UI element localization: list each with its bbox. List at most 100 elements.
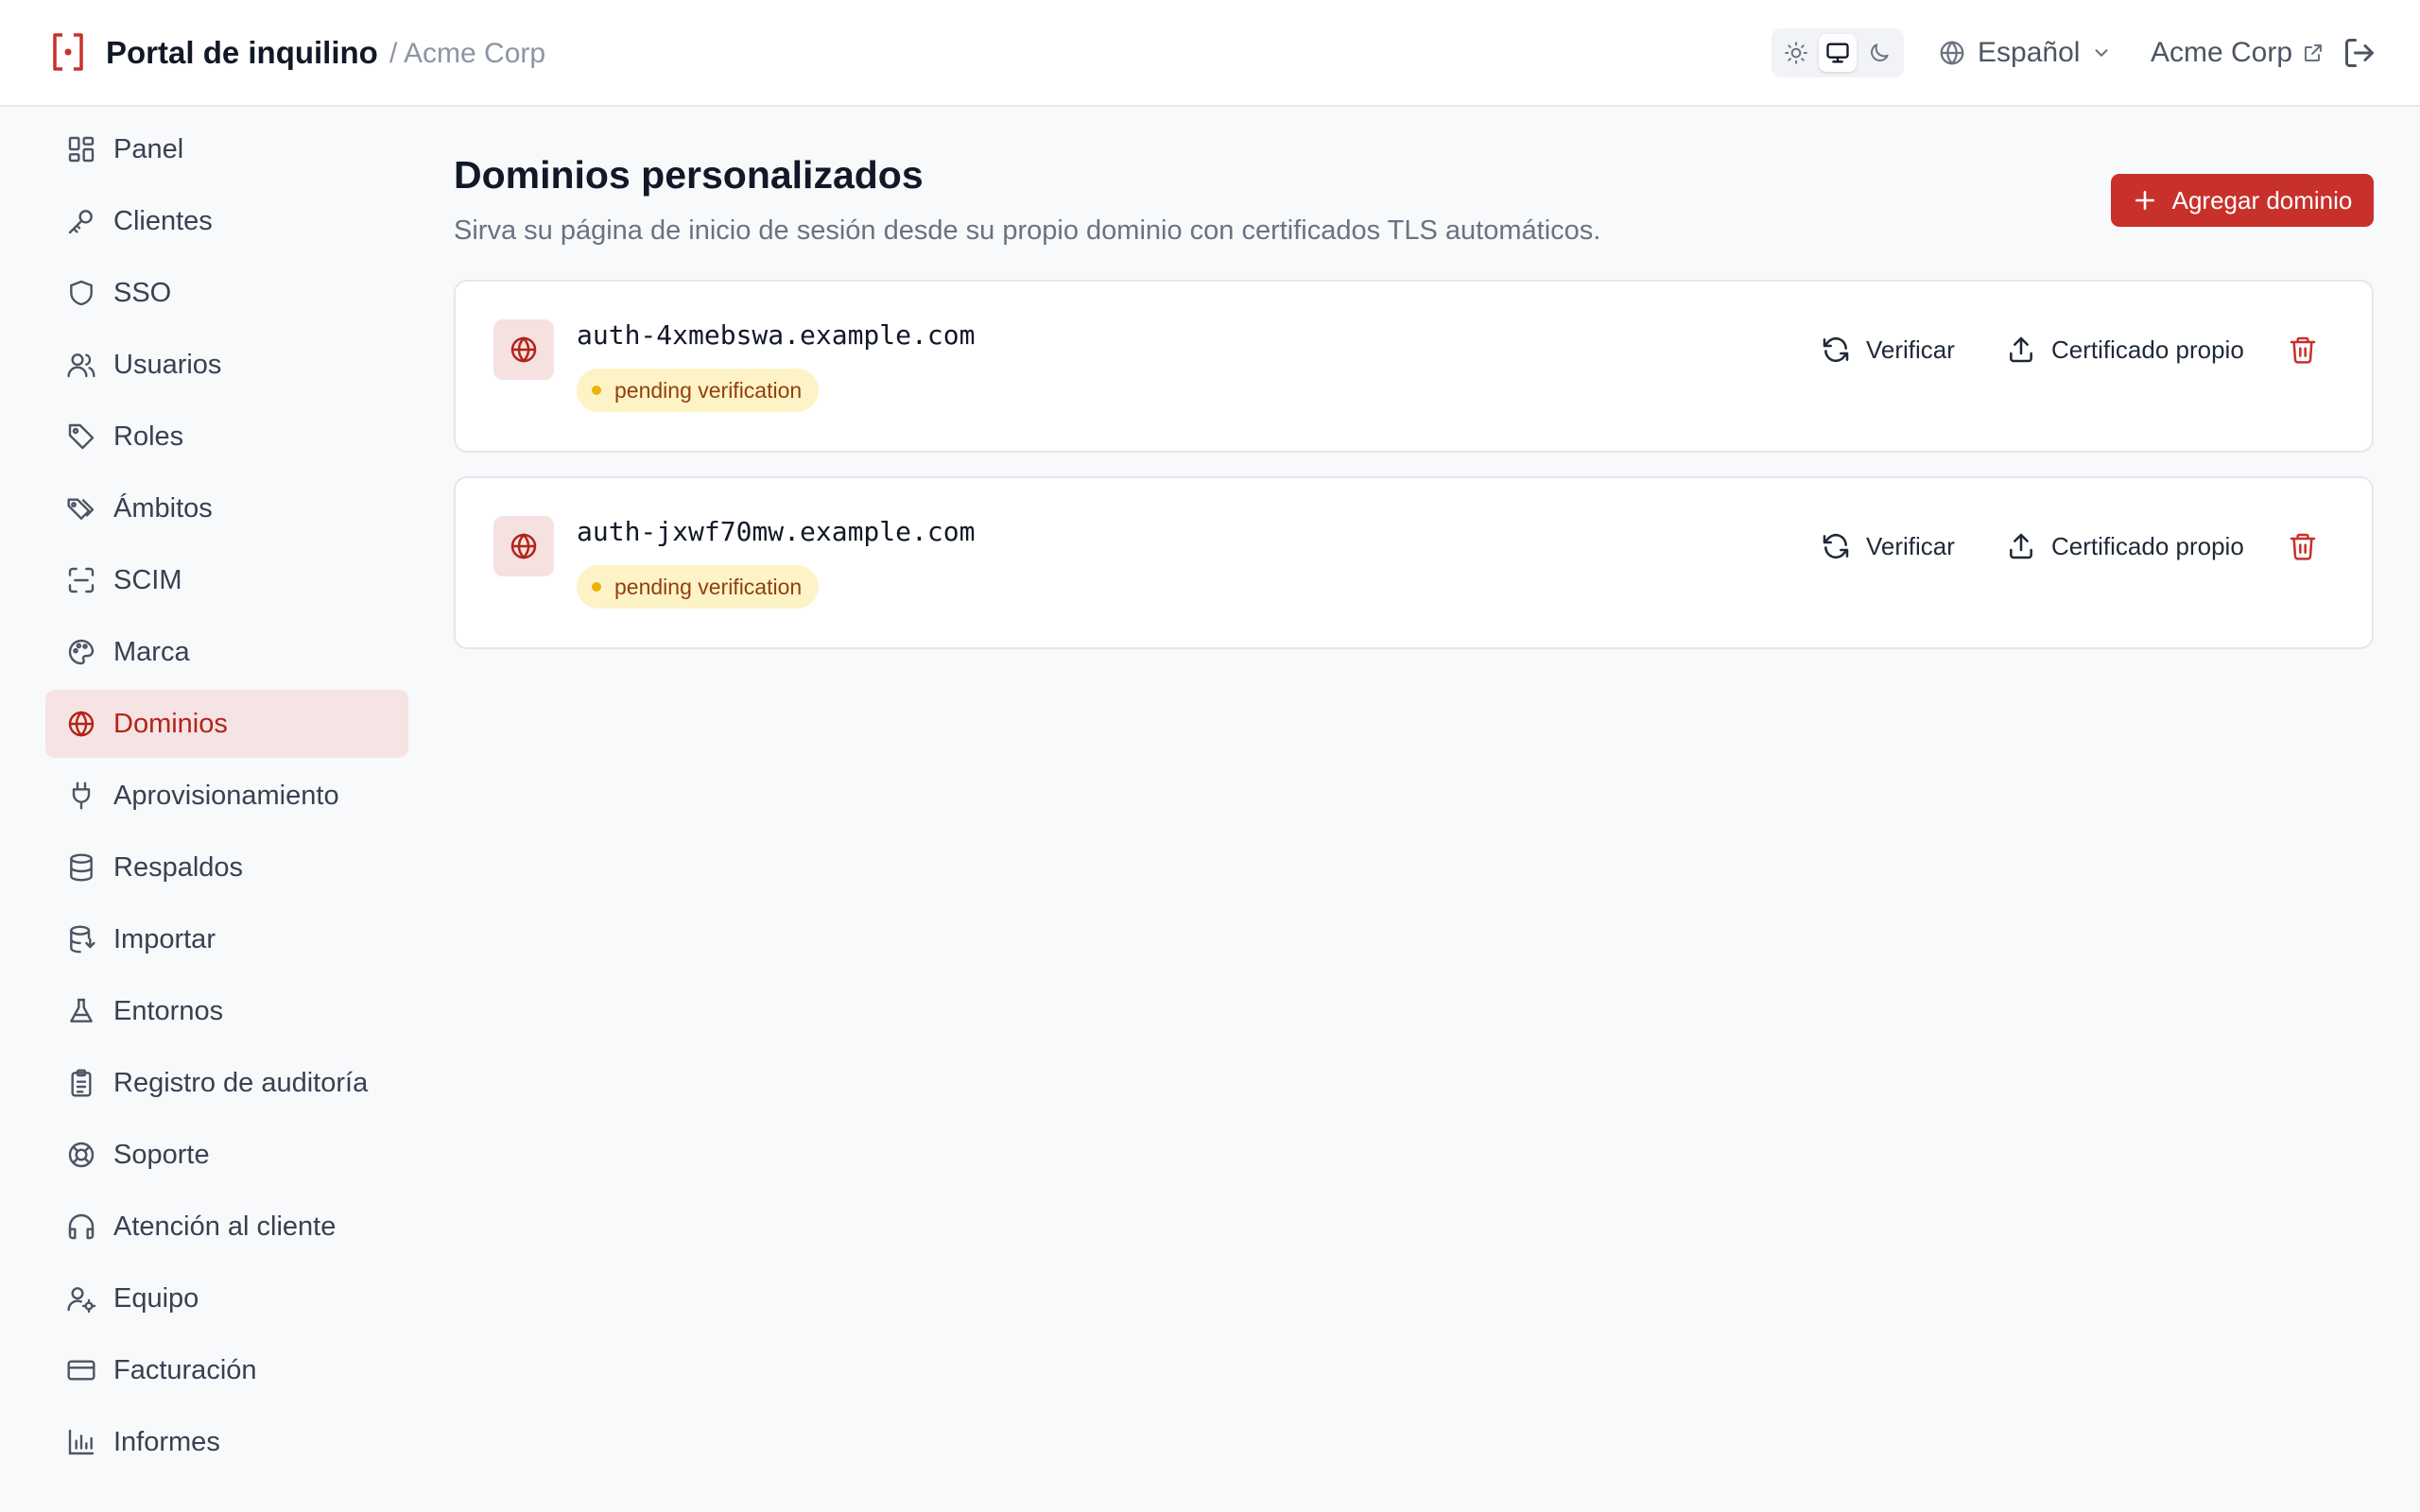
breadcrumb-org: / Acme Corp [389,38,546,69]
theme-dark-button[interactable] [1860,34,1898,72]
lifebuoy-icon [68,1142,95,1168]
sidebar-item-roles[interactable]: Roles [45,403,408,471]
trash-icon [2290,533,2316,560]
users-icon [67,353,95,378]
status-badge: pending verification [577,369,820,412]
sidebar-item-ambitos[interactable]: Ámbitos [45,474,408,542]
language-label: Español [1978,37,2081,68]
sidebar-item-label: Entornos [113,995,224,1026]
sidebar-item-label: Respaldos [113,851,244,883]
sidebar-item-atencion-cliente[interactable]: Atención al cliente [45,1193,408,1261]
sidebar-item-scim[interactable]: SCIM [45,546,408,614]
page-subtitle: Sirva su página de inicio de sesión desd… [454,215,1601,246]
sun-icon [1785,42,1807,64]
database-icon [70,853,93,882]
plus-icon [2135,191,2154,210]
sidebar-item-label: Informes [113,1426,220,1457]
status-dot [592,582,601,592]
verify-button[interactable]: Verificar [1821,329,1955,370]
credit-card-icon [67,1360,95,1381]
sidebar-item-equipo[interactable]: Equipo [45,1264,408,1332]
sidebar-item-registro-auditoria[interactable]: Registro de auditoría [45,1049,408,1117]
bar-chart-icon [68,1429,95,1455]
sidebar-item-label: Ámbitos [113,492,213,524]
sidebar-item-label: Dominios [113,708,228,739]
sidebar-item-label: Roles [113,421,184,452]
shield-icon [70,280,93,306]
globe-icon [68,711,95,737]
sidebar-item-importar[interactable]: Importar [45,905,408,973]
page-title: Dominios personalizados [454,153,924,197]
org-external-link[interactable]: Acme Corp [2151,32,2325,74]
headphones-icon [68,1213,95,1240]
domain-card: auth-4xmebswa.example.com pending verifi… [454,280,2374,453]
upload-icon [2010,336,2032,363]
moon-icon [1871,43,1889,61]
globe-icon [510,336,537,363]
sidebar-item-label: Registro de auditoría [113,1067,369,1098]
globe-icon [1940,41,1964,65]
domain-name: auth-jxwf70mw.example.com [577,516,976,547]
logout-icon[interactable] [2342,36,2377,70]
sidebar-item-label: Importar [113,923,216,954]
tags-icon [67,498,95,520]
verify-label: Verificar [1866,531,1955,560]
tag-icon [68,423,95,450]
own-certificate-button[interactable]: Certificado propio [2006,525,2244,567]
sidebar-item-label: Equipo [113,1282,199,1314]
status-dot [592,386,601,395]
status-badge: pending verification [577,565,820,609]
monitor-icon [1826,43,1849,63]
sidebar-item-label: SSO [113,277,172,308]
sidebar-item-soporte[interactable]: Soporte [45,1121,408,1189]
add-domain-button[interactable]: Agregar dominio [2111,174,2374,227]
sidebar-item-label: Panel [113,133,184,164]
plug-icon [72,782,91,810]
sidebar-item-label: Facturación [113,1354,257,1385]
refresh-icon [1823,533,1849,559]
add-domain-label: Agregar dominio [2171,185,2353,215]
theme-switcher [1772,28,1904,77]
key-icon [68,210,93,234]
flask-icon [70,998,93,1022]
chevron-down-icon [2095,49,2108,57]
own-certificate-button[interactable]: Certificado propio [2006,329,2244,370]
domain-name: auth-4xmebswa.example.com [577,319,976,351]
status-label: pending verification [614,377,803,403]
app-title: Portal de inquilino [106,35,378,70]
sidebar-item-aprovisionamiento[interactable]: Aprovisionamiento [45,762,408,830]
domain-globe-tile [493,319,554,380]
sidebar-item-sso[interactable]: SSO [45,259,408,327]
database-import-icon [70,925,95,954]
sidebar-item-label: Clientes [113,205,213,236]
delete-domain-button[interactable] [2284,331,2322,369]
own-certificate-label: Certificado propio [2051,531,2244,560]
theme-light-button[interactable] [1777,34,1815,72]
user-cog-icon [67,1287,96,1314]
globe-icon [510,533,537,559]
sidebar-item-label: Soporte [113,1139,210,1170]
top-header: Portal de inquilino / Acme Corp Español [0,0,2420,107]
sidebar-item-usuarios[interactable]: Usuarios [45,331,408,399]
verify-button[interactable]: Verificar [1821,525,1955,567]
logo-icon [53,33,83,71]
verify-label: Verificar [1866,335,1955,364]
sidebar-item-entornos[interactable]: Entornos [45,977,408,1045]
delete-domain-button[interactable] [2284,527,2322,565]
sidebar-item-panel[interactable]: Panel [45,115,408,183]
trash-icon [2290,336,2316,364]
sidebar-item-marca[interactable]: Marca [45,618,408,686]
theme-system-button[interactable] [1819,34,1857,72]
sidebar-item-label: Marca [113,636,190,667]
sidebar-item-facturacion[interactable]: Facturación [45,1336,408,1404]
sidebar-item-dominios[interactable]: Dominios [45,690,408,758]
sidebar-item-informes[interactable]: Informes [45,1408,408,1476]
sidebar-item-label: Atención al cliente [113,1211,337,1242]
dashboard-icon [68,136,95,163]
sidebar-item-clientes[interactable]: Clientes [45,187,408,255]
palette-icon [68,639,95,665]
org-name: Acme Corp [2151,37,2293,68]
sidebar-item-respaldos[interactable]: Respaldos [45,833,408,902]
language-selector[interactable]: Español [1938,32,2112,74]
clipboard-icon [71,1069,92,1097]
